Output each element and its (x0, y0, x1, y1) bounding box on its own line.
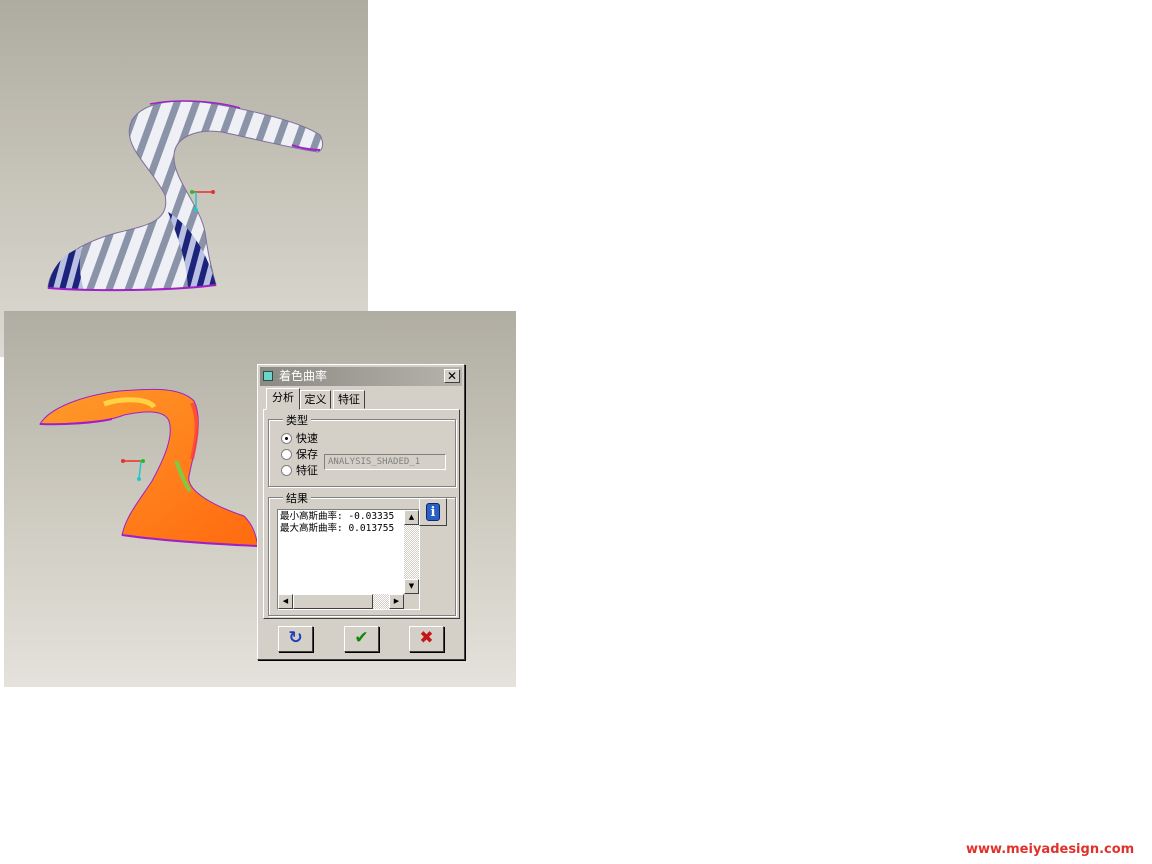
results-listbox[interactable]: 最小高斯曲率: -0.03335 最大高斯曲率: 0.013755 ▲ ▼ ◀ … (277, 509, 420, 610)
ok-button[interactable]: ✔ (344, 626, 379, 652)
scroll-right-icon[interactable]: ▶ (389, 594, 404, 609)
radio-feature-label: 特征 (296, 464, 318, 477)
radio-feature-button[interactable] (281, 465, 292, 476)
radio-quick-label: 快速 (296, 432, 318, 445)
type-group: 类型 快速 保存 ANALYSIS_SHADED_1 特征 (268, 412, 456, 487)
repeat-button[interactable]: ↻ (278, 626, 313, 652)
tab-feature[interactable]: 特征 (333, 390, 365, 409)
striped-surface-model (47, 100, 324, 292)
dialog-titlebar[interactable]: 着色曲率 ✕ (260, 367, 462, 386)
radio-save-button[interactable] (281, 449, 292, 460)
model-viewport-top[interactable] (0, 0, 368, 357)
watermark: www.meiyadesign.com (966, 842, 1135, 857)
tab-analysis[interactable]: 分析 (266, 388, 300, 410)
close-button[interactable]: ✕ (444, 369, 460, 383)
scroll-down-icon[interactable]: ▼ (404, 579, 419, 594)
vertical-scrollbar[interactable]: ▲ ▼ (404, 510, 419, 594)
cancel-button[interactable]: ✖ (409, 626, 444, 652)
tab-definition[interactable]: 定义 (300, 390, 331, 409)
results-text: 最小高斯曲率: -0.03335 最大高斯曲率: 0.013755 (280, 511, 402, 535)
x-icon: ✖ (419, 628, 434, 648)
radio-save-label: 保存 (296, 448, 318, 461)
shaded-curvature-dialog: 着色曲率 ✕ 分析 定义 特征 类型 快速 保存 ANALYSIS_SHADED… (257, 364, 465, 660)
horizontal-scrollbar[interactable]: ◀ ▶ (278, 594, 404, 609)
radio-quick-button[interactable] (281, 433, 292, 444)
dialog-title: 着色曲率 (279, 369, 328, 383)
window-icon (263, 371, 273, 381)
scroll-up-icon[interactable]: ▲ (404, 510, 419, 525)
results-group-label: 结果 (283, 490, 311, 506)
analysis-name-field[interactable]: ANALYSIS_SHADED_1 (324, 454, 446, 470)
info-button[interactable]: i (419, 498, 447, 526)
scrollbar-corner (404, 594, 419, 609)
min-gauss-curvature: 最小高斯曲率: -0.03335 (280, 511, 395, 522)
scroll-left-icon[interactable]: ◀ (278, 594, 293, 609)
repeat-icon: ↻ (288, 628, 303, 648)
info-icon: i (426, 503, 440, 521)
horizontal-scroll-thumb[interactable] (293, 594, 373, 609)
type-group-label: 类型 (283, 412, 311, 428)
max-gauss-curvature: 最大高斯曲率: 0.013755 (280, 523, 395, 534)
check-icon: ✔ (354, 628, 369, 648)
